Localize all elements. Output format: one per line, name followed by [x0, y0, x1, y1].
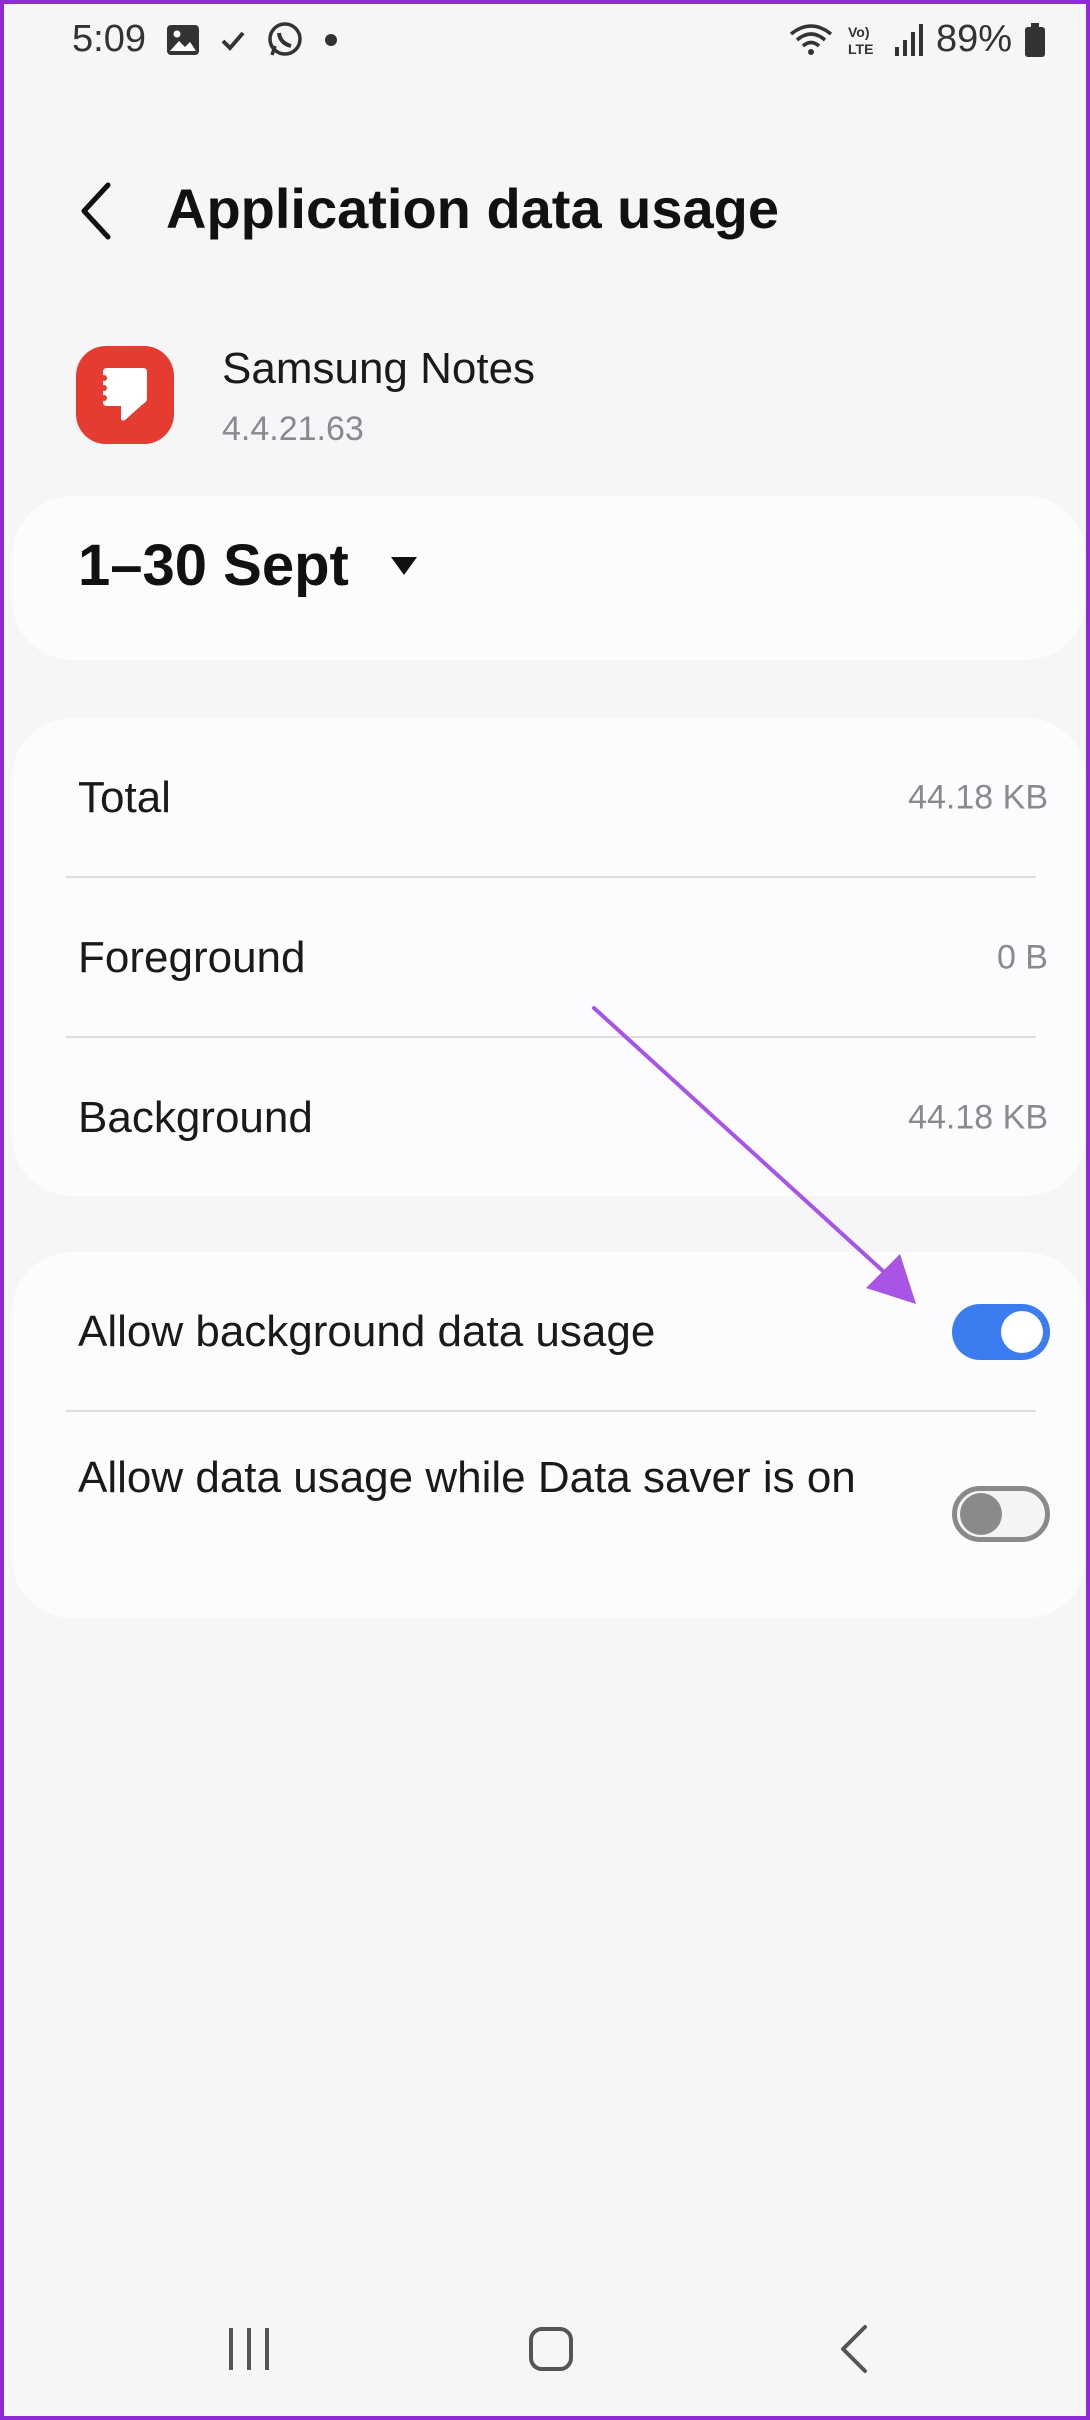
dot-icon	[324, 33, 338, 47]
svg-text:LTE: LTE	[848, 41, 873, 57]
svg-text:Vo): Vo)	[848, 24, 870, 40]
data-saver-toggle[interactable]	[952, 1486, 1050, 1542]
check-icon	[220, 29, 246, 51]
background-data-row[interactable]: Allow background data usage	[12, 1252, 1086, 1412]
toggle-knob	[1001, 1311, 1043, 1353]
usage-label: Foreground	[78, 933, 306, 982]
navigation-bar	[4, 2304, 1086, 2394]
status-left: 5:09	[72, 18, 338, 61]
background-data-label: Allow background data usage	[78, 1307, 656, 1356]
caret-down-icon	[390, 556, 417, 575]
back-nav-button[interactable]	[814, 2314, 894, 2384]
usage-value: 0 B	[996, 938, 1048, 977]
usage-label: Total	[78, 773, 171, 822]
header: Application data usage	[4, 154, 1086, 264]
usage-label: Background	[78, 1093, 313, 1142]
page-title: Application data usage	[166, 177, 779, 240]
toggle-knob	[960, 1493, 1002, 1535]
usage-row-total: Total 44.18 KB	[12, 718, 1086, 878]
usage-row-background: Background 44.18 KB	[12, 1038, 1086, 1198]
recents-icon	[229, 2328, 269, 2370]
volte-icon: Vo) LTE	[846, 22, 882, 58]
usage-value: 44.18 KB	[908, 778, 1048, 817]
divider	[66, 1410, 1036, 1412]
toggles-card: Allow background data usage Allow data u…	[12, 1252, 1086, 1618]
app-version: 4.4.21.63	[222, 410, 364, 448]
status-right: Vo) LTE 89%	[788, 18, 1046, 61]
background-data-toggle[interactable]	[952, 1304, 1050, 1360]
wifi-icon	[788, 22, 834, 58]
period-card: 1–30 Sept	[12, 496, 1086, 660]
app-info: Samsung Notes 4.4.21.63	[4, 334, 1086, 464]
status-bar: 5:09 Vo) LTE 89%	[4, 4, 1086, 84]
data-saver-row[interactable]: Allow data usage while Data saver is on	[12, 1414, 1086, 1614]
screen: 5:09 Vo) LTE 89% Application data usage …	[0, 0, 1090, 2420]
chevron-left-icon	[81, 182, 111, 240]
home-icon	[529, 2327, 573, 2371]
battery-percent: 89%	[935, 18, 1012, 60]
usage-value: 44.18 KB	[908, 1098, 1048, 1137]
battery-icon	[1024, 22, 1046, 58]
period-dropdown[interactable]: 1–30 Sept	[78, 532, 419, 599]
back-icon	[841, 2325, 867, 2373]
samsung-notes-icon	[76, 346, 174, 444]
back-button[interactable]	[66, 176, 126, 246]
gallery-icon	[166, 24, 200, 56]
period-label: 1–30 Sept	[78, 533, 349, 598]
signal-icon	[894, 23, 924, 57]
app-name: Samsung Notes	[222, 344, 536, 393]
recents-button[interactable]	[209, 2314, 289, 2384]
usage-row-foreground: Foreground 0 B	[12, 878, 1086, 1038]
usage-card: Total 44.18 KB Foreground 0 B Background…	[12, 718, 1086, 1196]
data-saver-label: Allow data usage while Data saver is on	[78, 1453, 856, 1502]
home-button[interactable]	[511, 2314, 591, 2384]
whatsapp-icon	[266, 21, 304, 59]
status-time: 5:09	[72, 18, 146, 60]
